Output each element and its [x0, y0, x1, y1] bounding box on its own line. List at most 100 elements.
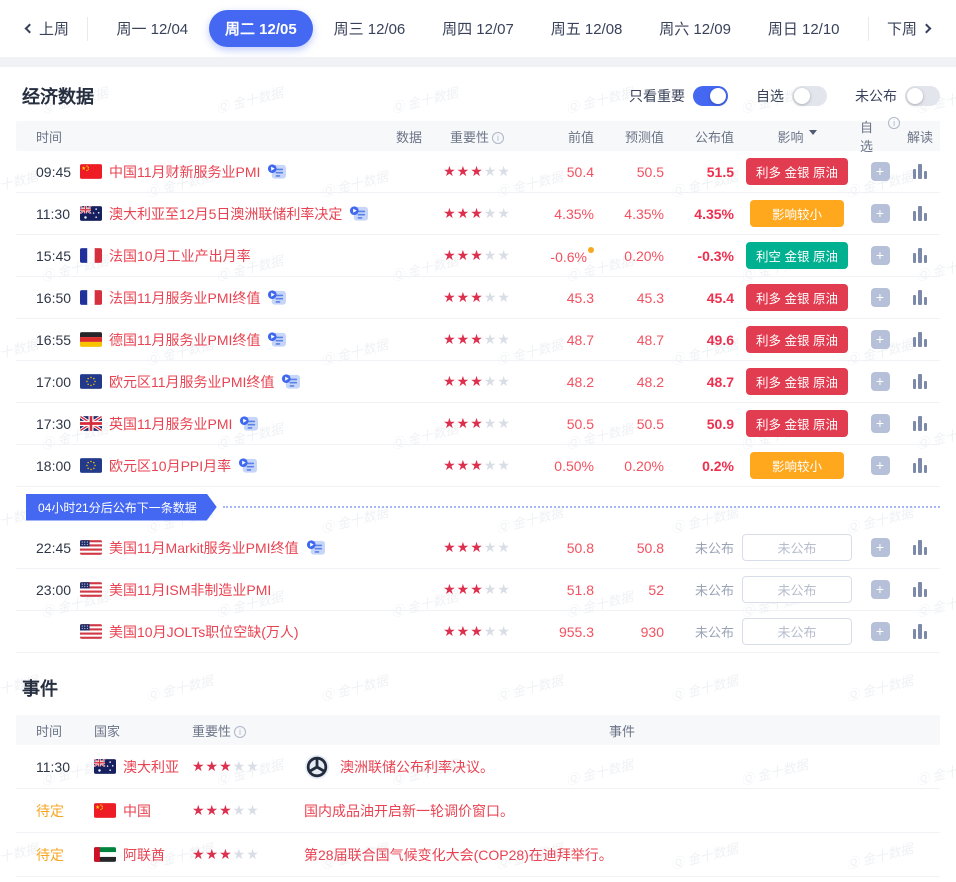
economic-data-row: 22:45 美国11月Markit服务业PMI终值 ★★★★★ 50.8 50.…	[16, 527, 940, 569]
toggle-knob	[794, 88, 810, 104]
event-time: 11:30	[16, 759, 80, 775]
add-favorite-button[interactable]	[871, 622, 890, 641]
toggle-switch[interactable]	[792, 86, 827, 106]
comment-icon[interactable]	[267, 163, 287, 180]
filter-toggle[interactable]: 未公布	[855, 86, 940, 106]
impact-badge: 影响较小	[750, 452, 844, 479]
importance-stars: ★★★★★	[424, 289, 530, 306]
chart-icon[interactable]	[913, 458, 928, 473]
unpublished-box: 未公布	[742, 534, 852, 561]
add-favorite-button[interactable]	[871, 204, 890, 223]
comment-icon[interactable]	[238, 457, 258, 474]
week-tab[interactable]: 周三 12/06	[318, 10, 422, 47]
header-data: 数据	[396, 127, 422, 146]
row-time: 16:55	[16, 332, 80, 348]
forecast-value: 50.5	[594, 164, 664, 180]
economic-data-row: 16:55 德国11月服务业PMI终值 ★★★★★ 48.7 48.7 49.6…	[16, 319, 940, 361]
published-value: 未公布	[664, 538, 734, 557]
chart-icon[interactable]	[913, 248, 928, 263]
comment-icon[interactable]	[267, 331, 287, 348]
country-flag-cn	[80, 164, 102, 179]
header-time: 时间	[16, 721, 80, 740]
comment-icon[interactable]	[349, 205, 369, 222]
week-tab[interactable]: 周六 12/09	[643, 10, 747, 47]
add-favorite-button[interactable]	[871, 538, 890, 557]
info-icon[interactable]	[888, 117, 900, 129]
add-favorite-button[interactable]	[871, 288, 890, 307]
prev-value: 45.3	[530, 290, 594, 306]
chart-icon[interactable]	[913, 290, 928, 305]
chart-icon[interactable]	[913, 540, 928, 555]
indicator-link[interactable]: 欧元区10月PPI月率	[109, 456, 231, 476]
indicator-link[interactable]: 英国11月服务业PMI	[109, 414, 232, 434]
next-week-button[interactable]: 下周	[879, 18, 938, 39]
comment-icon[interactable]	[267, 289, 287, 306]
forecast-value: 45.3	[594, 290, 664, 306]
row-time: 09:45	[16, 164, 80, 180]
impact-cell: 影响较小	[734, 200, 860, 227]
add-favorite-button[interactable]	[871, 330, 890, 349]
event-link[interactable]: 国内成品油开启新一轮调价窗口。	[304, 801, 514, 821]
impact-cell: 未公布	[734, 618, 860, 645]
prev-week-button[interactable]: 上周	[18, 18, 77, 39]
country-flag-us	[80, 624, 102, 639]
row-time: 15:45	[16, 248, 80, 264]
add-favorite-button[interactable]	[871, 414, 890, 433]
country-link[interactable]: 阿联酋	[123, 845, 165, 865]
impact-badge: 利多 金银 原油	[746, 326, 848, 353]
event-row: 待定 阿联酋 ★★★★★ 第28届联合国气候变化大会(COP28)在迪拜举行。	[16, 833, 940, 877]
chart-icon[interactable]	[913, 332, 928, 347]
comment-icon[interactable]	[306, 539, 326, 556]
add-favorite-button[interactable]	[871, 372, 890, 391]
header-prev: 前值	[530, 127, 594, 146]
importance-stars: ★★★★★	[424, 331, 530, 348]
add-favorite-button[interactable]	[871, 246, 890, 265]
country-link[interactable]: 澳大利亚	[123, 757, 179, 777]
indicator-link[interactable]: 美国11月Markit服务业PMI终值	[109, 538, 299, 558]
indicator-link[interactable]: 中国11月财新服务业PMI	[109, 162, 260, 182]
week-tab[interactable]: 周日 12/10	[752, 10, 856, 47]
next-week-label: 下周	[887, 18, 917, 39]
country-link[interactable]: 中国	[123, 801, 151, 821]
week-tab[interactable]: 周一 12/04	[100, 10, 204, 47]
indicator-link[interactable]: 法国10月工业产出月率	[109, 246, 251, 266]
published-value: 0.2%	[664, 458, 734, 474]
chart-icon[interactable]	[913, 582, 928, 597]
unpublished-box: 未公布	[742, 618, 852, 645]
importance-stars: ★★★★★	[424, 415, 530, 432]
importance-stars: ★★★★★	[424, 623, 530, 640]
toggle-switch[interactable]	[905, 86, 940, 106]
forecast-value: 48.7	[594, 332, 664, 348]
filter-toggle[interactable]: 自选	[756, 86, 827, 106]
indicator-link[interactable]: 欧元区11月服务业PMI终值	[109, 372, 274, 392]
week-tab[interactable]: 周二 12/05	[209, 10, 313, 47]
divider	[868, 17, 869, 41]
impact-cell: 利多 金银 原油	[734, 368, 860, 395]
indicator-link[interactable]: 美国10月JOLTs职位空缺(万人)	[109, 622, 299, 642]
chart-icon[interactable]	[913, 624, 928, 639]
indicator-link[interactable]: 法国11月服务业PMI终值	[109, 288, 260, 308]
chart-icon[interactable]	[913, 416, 928, 431]
filter-toggle[interactable]: 只看重要	[629, 86, 728, 106]
chart-icon[interactable]	[913, 206, 928, 221]
comment-icon[interactable]	[281, 373, 301, 390]
add-favorite-button[interactable]	[871, 580, 890, 599]
indicator-link[interactable]: 德国11月服务业PMI终值	[109, 330, 260, 350]
info-icon[interactable]	[234, 726, 246, 738]
indicator-link[interactable]: 澳大利亚至12月5日澳洲联储利率决定	[109, 204, 342, 224]
toggle-switch[interactable]	[693, 86, 728, 106]
prev-value: 51.8	[530, 582, 594, 598]
week-tab[interactable]: 周四 12/07	[426, 10, 530, 47]
comment-icon[interactable]	[239, 415, 259, 432]
week-tab[interactable]: 周五 12/08	[535, 10, 639, 47]
caret-down-icon	[809, 130, 817, 149]
add-favorite-button[interactable]	[871, 162, 890, 181]
chart-icon[interactable]	[913, 374, 928, 389]
indicator-link[interactable]: 美国11月ISM非制造业PMI	[109, 580, 271, 600]
event-link[interactable]: 澳洲联储公布利率决议。	[340, 757, 494, 777]
chart-icon[interactable]	[913, 164, 928, 179]
info-icon[interactable]	[492, 132, 504, 144]
header-impact-sort[interactable]: 影响	[734, 127, 860, 146]
event-link[interactable]: 第28届联合国气候变化大会(COP28)在迪拜举行。	[304, 845, 613, 865]
add-favorite-button[interactable]	[871, 456, 890, 475]
